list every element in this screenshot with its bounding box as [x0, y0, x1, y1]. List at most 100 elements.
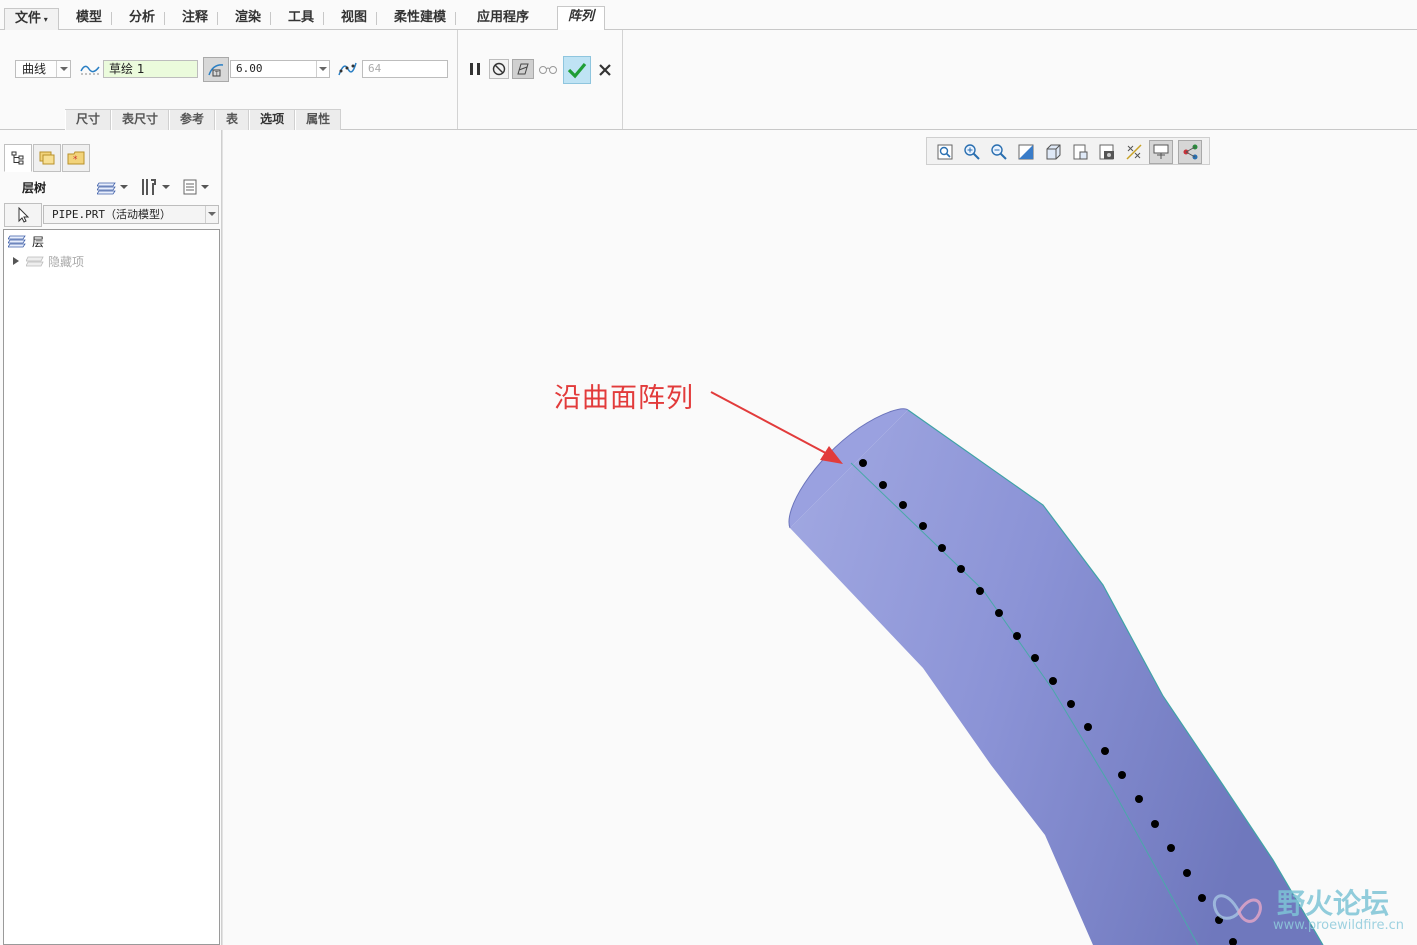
subtab-references-label: 参考: [180, 112, 205, 126]
sketch-collector-field[interactable]: 草绘 1: [103, 60, 198, 78]
butterfly-logo-icon: [1212, 894, 1262, 923]
tab-favorites[interactable]: *: [62, 144, 90, 172]
subtab-table-dimensions[interactable]: 表尺寸: [111, 110, 170, 130]
subtab-dimensions[interactable]: 尺寸: [65, 110, 112, 130]
zoom-out-button[interactable]: [987, 140, 1011, 164]
sketch-collector-value: 草绘 1: [109, 62, 145, 76]
spacing-input[interactable]: 6.00: [230, 60, 330, 78]
refit-button[interactable]: [933, 140, 957, 164]
pause-icon: [470, 63, 480, 75]
select-button[interactable]: [4, 203, 42, 227]
subtab-tables[interactable]: 表: [215, 110, 250, 130]
repaint-button[interactable]: [1014, 140, 1038, 164]
folder-browser-icon: [39, 151, 55, 165]
svg-text:*: *: [73, 155, 78, 165]
datum-display-icon: [1126, 144, 1142, 160]
attached-preview-button[interactable]: [512, 59, 534, 79]
tab-folder-browser[interactable]: [33, 144, 61, 172]
chevron-down-icon[interactable]: [316, 61, 329, 77]
favorites-folder-icon: *: [67, 151, 85, 165]
tab-analysis[interactable]: 分析: [119, 8, 166, 30]
tab-applications-label: 应用程序: [477, 10, 530, 25]
pattern-type-value: 曲线: [22, 62, 47, 76]
graphics-viewport[interactable]: [223, 130, 1417, 945]
hidden-layer-icon: [26, 256, 44, 267]
display-style-button[interactable]: [1041, 140, 1065, 164]
subtab-references[interactable]: 参考: [169, 110, 216, 130]
layer-tools-button[interactable]: [139, 176, 175, 198]
svg-text:T: T: [214, 70, 219, 77]
file-menu-label: 文件: [15, 11, 42, 26]
display-style-icon: [1046, 144, 1061, 160]
tree-row-hidden-items[interactable]: 隐藏项: [12, 252, 84, 270]
subtab-properties[interactable]: 属性: [295, 110, 342, 130]
pause-button[interactable]: [464, 58, 486, 80]
tab-view[interactable]: 视图: [331, 8, 378, 30]
chevron-down-icon: [205, 206, 218, 223]
tab-pattern[interactable]: 阵列: [557, 6, 606, 31]
cancel-button[interactable]: [594, 59, 616, 81]
tab-analysis-label: 分析: [129, 10, 156, 25]
tab-render-label: 渲染: [235, 10, 262, 25]
active-model-dropdown[interactable]: PIPE.PRT（活动模型）: [43, 205, 219, 224]
close-icon: [599, 64, 611, 76]
pattern-type-dropdown[interactable]: 曲线: [15, 60, 71, 78]
layer-tree-title: 层树: [22, 181, 47, 195]
geometry-preview-icon: [517, 63, 529, 75]
layer-show-button[interactable]: [182, 176, 218, 198]
verify-mode-button[interactable]: [537, 58, 559, 80]
tab-render[interactable]: 渲染: [225, 8, 272, 30]
member-count-value: 64: [368, 62, 382, 75]
layer-menu-button[interactable]: [97, 176, 133, 198]
navigator-tabs: *: [4, 144, 90, 172]
tab-annotate[interactable]: 注释: [172, 8, 219, 30]
layers-icon: [8, 235, 26, 248]
pipe-model-render: [710, 391, 1324, 945]
tab-applications[interactable]: 应用程序: [467, 8, 539, 30]
pipe-body: [790, 410, 1323, 945]
active-model-value: PIPE.PRT（活动模型）: [52, 208, 171, 221]
refit-icon: [937, 144, 953, 160]
tab-flexible-modeling-label: 柔性建模: [394, 10, 447, 25]
app-window: { "menu": { "file": "文件", "tabs": ["模型",…: [0, 0, 1417, 945]
tab-view-label: 视图: [341, 10, 368, 25]
ribbon-divider: [457, 30, 458, 129]
subtab-dimensions-label: 尺寸: [76, 112, 101, 126]
annotation-display-icon: [1153, 144, 1169, 159]
checkmark-icon: [567, 62, 587, 79]
sketch-curve-icon: [79, 58, 101, 80]
document-list-icon: [183, 179, 197, 195]
saved-views-icon: [1073, 144, 1088, 160]
saved-views-button[interactable]: [1068, 140, 1092, 164]
tree-row-layers[interactable]: 层: [8, 232, 44, 250]
tab-pattern-label: 阵列: [568, 9, 595, 24]
zoom-in-button[interactable]: [960, 140, 984, 164]
member-count-icon: [336, 58, 358, 80]
watermark-url: www.proewildfire.cn: [1273, 918, 1404, 933]
view-manager-button[interactable]: [1095, 140, 1119, 164]
no-preview-button[interactable]: [489, 59, 509, 79]
datum-display-button[interactable]: [1122, 140, 1146, 164]
annotation-arrow: [710, 391, 836, 459]
tab-model[interactable]: 模型: [66, 8, 113, 30]
cursor-arrow-icon: [18, 207, 30, 223]
file-menu[interactable]: 文件 ▾: [4, 8, 59, 30]
tab-flexible-modeling[interactable]: 柔性建模: [384, 8, 457, 30]
subtab-options[interactable]: 选项: [249, 110, 296, 130]
tab-model-tree[interactable]: [4, 144, 32, 172]
subtab-tables-label: 表: [226, 112, 239, 126]
annotation-display-button[interactable]: [1149, 140, 1173, 164]
confirm-button[interactable]: [563, 56, 591, 84]
expand-triangle-icon[interactable]: [12, 256, 20, 266]
member-count-field[interactable]: 64: [362, 60, 448, 78]
tab-annotate-label: 注释: [182, 10, 209, 25]
tab-model-label: 模型: [76, 10, 103, 25]
tab-tools-label: 工具: [288, 10, 315, 25]
spin-center-button[interactable]: [1178, 140, 1202, 164]
tab-tools[interactable]: 工具: [278, 8, 325, 30]
subtab-table-dimensions-label: 表尺寸: [122, 112, 159, 126]
menu-bar: 文件 ▾ 模型 分析 注释 渲染 工具 视图 柔性建模 应用程序 阵列: [0, 0, 1417, 31]
spacing-toggle-button[interactable]: T: [203, 57, 229, 82]
spin-center-icon: [1183, 144, 1198, 160]
repaint-icon: [1018, 144, 1034, 160]
